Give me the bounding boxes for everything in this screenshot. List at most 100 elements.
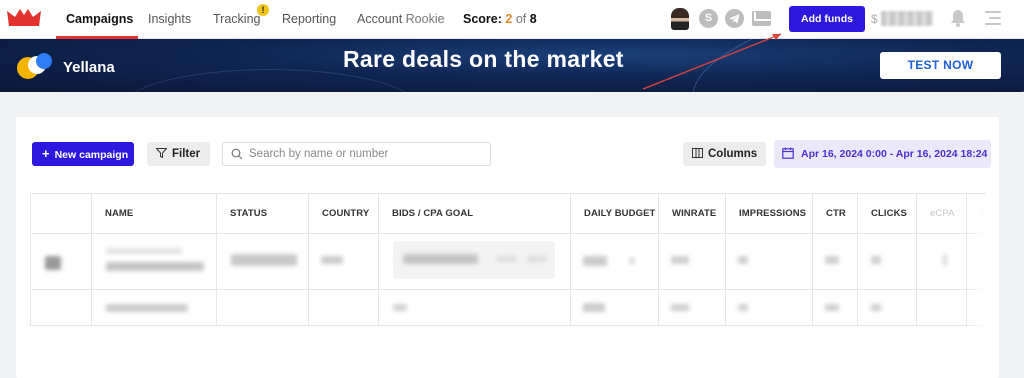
row-ctr-cell <box>813 234 858 289</box>
add-funds-button[interactable]: Add funds <box>789 6 865 32</box>
redacted-status <box>231 254 297 266</box>
bell-icon[interactable] <box>950 9 966 27</box>
header-name[interactable]: NAME <box>92 194 217 233</box>
search-box[interactable] <box>222 142 491 166</box>
top-navigation: Campaigns Insights Tracking ! Reporting … <box>0 0 1024 39</box>
redacted-text <box>871 256 881 264</box>
header-bids-cpa-goal[interactable]: BIDS / CPA GOAL <box>379 194 571 233</box>
row-winrate-cell <box>659 234 726 289</box>
redacted-budget <box>583 256 607 266</box>
horizontal-scroll-fade <box>966 194 986 326</box>
header-ecpa[interactable]: eCPA <box>917 194 967 233</box>
calendar-icon <box>782 147 794 159</box>
campaigns-table: NAME STATUS COUNTRY BIDS / CPA GOAL DAIL… <box>30 193 986 326</box>
columns-icon <box>692 148 703 158</box>
telegram-icon[interactable] <box>725 9 744 28</box>
header-country[interactable]: COUNTRY <box>309 194 379 233</box>
plus-icon: + <box>42 146 50 161</box>
table-row-totals <box>31 290 986 326</box>
totals-clicks-cell <box>858 290 917 325</box>
campaigns-panel: + New campaign Filter Columns Apr 16, 202… <box>16 117 999 378</box>
redacted-bid <box>403 254 478 264</box>
score-of: of <box>515 12 527 26</box>
redacted-text <box>106 304 188 312</box>
row-country-cell <box>309 234 379 289</box>
redacted-text <box>583 303 605 312</box>
nav-insights[interactable]: Insights <box>148 12 191 26</box>
balance-currency: $ <box>871 12 878 26</box>
totals-winrate-cell <box>659 290 726 325</box>
totals-ctr-cell <box>813 290 858 325</box>
search-icon <box>231 148 243 160</box>
avatar[interactable] <box>671 8 689 30</box>
redacted-text <box>527 256 547 262</box>
columns-label: Columns <box>708 148 758 160</box>
row-impressions-cell <box>726 234 813 289</box>
redacted-text <box>671 304 689 311</box>
score-current: 2 <box>505 12 513 26</box>
header-impressions[interactable]: IMPRESSIONS <box>726 194 813 233</box>
redacted-text <box>738 256 748 264</box>
nav-tracking[interactable]: Tracking <box>213 12 260 26</box>
filter-icon <box>156 148 167 158</box>
redacted-text <box>393 304 407 311</box>
row-budget-cell <box>571 234 659 289</box>
bid-editor[interactable] <box>393 241 555 279</box>
filter-button[interactable]: Filter <box>147 142 210 166</box>
nav-reporting[interactable]: Reporting <box>282 12 336 26</box>
redacted-text <box>321 256 343 264</box>
row-status-cell <box>217 234 309 289</box>
totals-label-cell <box>92 290 217 325</box>
tracking-warning-badge: ! <box>257 4 269 16</box>
row-name-cell <box>92 234 217 289</box>
new-campaign-button[interactable]: + New campaign <box>32 142 134 166</box>
header-daily-budget[interactable]: DAILY BUDGET <box>571 194 659 233</box>
redacted-text <box>629 258 635 264</box>
totals-ecpa-cell <box>917 290 967 325</box>
redacted-text <box>671 256 689 264</box>
totals-empty-cell <box>31 290 92 325</box>
row-clicks-cell <box>858 234 917 289</box>
totals-country-cell <box>309 290 379 325</box>
table-row[interactable] <box>31 234 986 290</box>
banner-brand-name: Yellana <box>63 59 115 76</box>
redacted-text <box>106 248 182 254</box>
skype-icon[interactable]: S <box>699 9 718 28</box>
header-status[interactable]: STATUS <box>217 194 309 233</box>
redacted-text <box>825 304 839 311</box>
mail-icon[interactable] <box>752 11 771 26</box>
filter-label: Filter <box>172 148 201 160</box>
redacted-thumbnail <box>45 256 61 270</box>
header-select-column <box>31 194 92 233</box>
banner-title: Rare deals on the market <box>343 46 624 72</box>
score-max: 8 <box>529 12 537 26</box>
columns-button[interactable]: Columns <box>683 142 766 166</box>
header-clicks[interactable]: CLICKS <box>858 194 917 233</box>
totals-impressions-cell <box>726 290 813 325</box>
search-input[interactable] <box>249 146 484 162</box>
row-thumbnail-cell <box>31 234 92 289</box>
redacted-text <box>825 256 839 264</box>
yellana-logo-icon <box>17 53 52 79</box>
row-ecpa-cell <box>917 234 967 289</box>
test-now-button[interactable]: TEST NOW <box>880 52 1001 79</box>
redacted-text <box>106 262 204 271</box>
header-winrate[interactable]: WINRATE <box>659 194 726 233</box>
menu-icon[interactable] <box>985 11 1003 26</box>
brand-crown-logo[interactable] <box>7 9 41 26</box>
score-indicator[interactable]: Score: 2 of 8 <box>463 12 537 26</box>
redacted-text <box>738 304 748 311</box>
promo-banner[interactable]: Yellana Rare deals on the market TEST NO… <box>0 39 1024 92</box>
redacted-text <box>497 256 517 262</box>
totals-budget-cell <box>571 290 659 325</box>
balance-value-redacted <box>881 11 933 26</box>
nav-campaigns[interactable]: Campaigns <box>66 12 133 26</box>
new-campaign-label: New campaign <box>54 149 129 161</box>
redacted-text <box>943 254 947 266</box>
nav-account[interactable]: Account Rookie <box>357 12 445 26</box>
redacted-text <box>871 304 881 311</box>
table-header-row: NAME STATUS COUNTRY BIDS / CPA GOAL DAIL… <box>31 194 986 234</box>
totals-bids-cell <box>379 290 571 325</box>
date-range-picker[interactable]: Apr 16, 2024 0:00 - Apr 16, 2024 18:24 <box>774 140 991 168</box>
header-ctr[interactable]: CTR <box>813 194 858 233</box>
